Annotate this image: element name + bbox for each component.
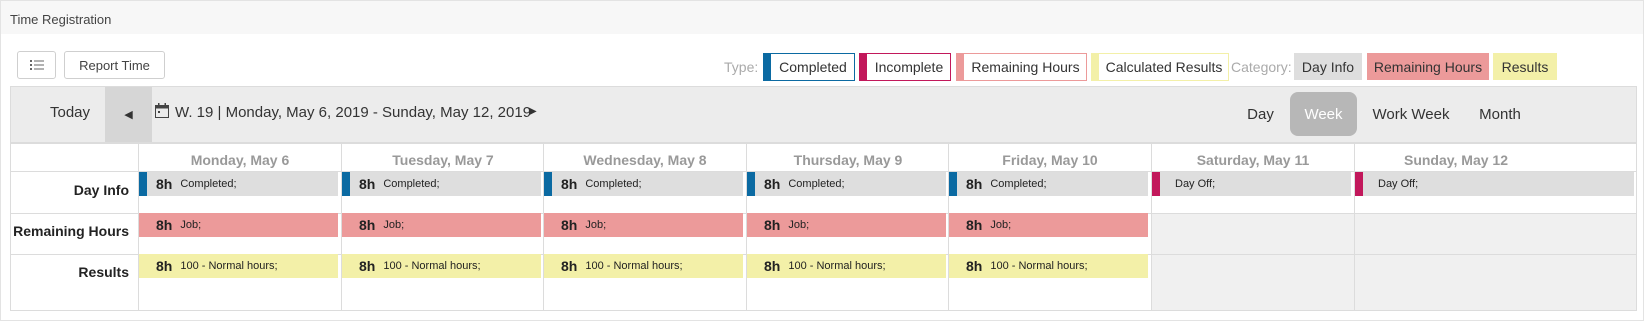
calendar-toolbar: Today ◀ W. 19 | Monday, May 6, 2019 - Su… bbox=[10, 86, 1637, 143]
legend-type-remaining-hours: Remaining Hours bbox=[956, 53, 1087, 81]
panel-title: Time Registration bbox=[10, 12, 112, 27]
day-header: Thursday, May 9 bbox=[793, 152, 903, 168]
legend-category-remaining-hours: Remaining Hours bbox=[1367, 53, 1489, 80]
day-header: Monday, May 6 bbox=[190, 152, 290, 168]
triangle-right-icon[interactable]: ▶ bbox=[529, 106, 537, 117]
list-icon bbox=[29, 60, 44, 70]
today-button[interactable]: Today bbox=[50, 104, 90, 121]
event-results[interactable]: 8h 100 - Normal hours; bbox=[949, 254, 1148, 278]
date-range-label[interactable]: W. 19 | Monday, May 6, 2019 - Sunday, Ma… bbox=[175, 104, 531, 121]
view-week-button[interactable]: Week bbox=[1290, 92, 1357, 136]
event-remaining-hours[interactable]: 8h Job; bbox=[747, 213, 946, 237]
event-results[interactable]: 8h 100 - Normal hours; bbox=[342, 254, 541, 278]
event-remaining-hours[interactable]: 8h Job; bbox=[139, 213, 338, 237]
event-results[interactable]: 8h 100 - Normal hours; bbox=[747, 254, 946, 278]
event-day-info[interactable]: 8h Completed; bbox=[949, 172, 1148, 196]
legend-category-results: Results bbox=[1493, 53, 1557, 80]
legend-type-completed: Completed bbox=[763, 53, 855, 81]
view-work-week-button[interactable]: Work Week bbox=[1366, 92, 1456, 136]
event-day-info[interactable]: 8h Completed; bbox=[139, 172, 338, 196]
calendar-grid: Monday, May 6 Tuesday, May 7 Wednesday, … bbox=[10, 143, 1637, 311]
panel-header: Time Registration bbox=[1, 1, 1643, 34]
day-header: Saturday, May 11 bbox=[1196, 152, 1310, 168]
day-header: Sunday, May 12 bbox=[1403, 152, 1508, 168]
type-legend-label: Type: bbox=[724, 59, 759, 75]
event-day-off[interactable]: Day Off; bbox=[1152, 172, 1351, 196]
event-remaining-hours[interactable]: 8h Job; bbox=[544, 213, 743, 237]
event-day-info[interactable]: 8h Completed; bbox=[747, 172, 946, 196]
event-day-info[interactable]: 8h Completed; bbox=[544, 172, 743, 196]
triangle-left-icon: ◀ bbox=[124, 109, 133, 121]
category-legend-label: Category: bbox=[1231, 59, 1292, 75]
row-label-results: Results bbox=[78, 264, 129, 280]
event-remaining-hours[interactable]: 8h Job; bbox=[949, 213, 1148, 237]
report-time-button[interactable]: Report Time bbox=[64, 51, 165, 79]
empty-cell[interactable] bbox=[1355, 214, 1636, 310]
view-day-button[interactable]: Day bbox=[1238, 92, 1283, 136]
legend-type-calculated-results: Calculated Results bbox=[1091, 53, 1229, 81]
day-header: Tuesday, May 7 bbox=[392, 152, 494, 168]
event-results[interactable]: 8h 100 - Normal hours; bbox=[139, 254, 338, 278]
row-label-day-info: Day Info bbox=[73, 182, 129, 198]
empty-cell[interactable] bbox=[1152, 214, 1354, 310]
view-month-button[interactable]: Month bbox=[1469, 92, 1531, 136]
calendar-icon[interactable] bbox=[155, 103, 169, 118]
previous-week-button[interactable]: ◀ bbox=[105, 87, 152, 142]
list-view-button[interactable] bbox=[17, 51, 56, 79]
time-registration-panel: Time Registration Report Time Type: Comp… bbox=[0, 0, 1644, 321]
event-remaining-hours[interactable]: 8h Job; bbox=[342, 213, 541, 237]
day-header: Friday, May 10 bbox=[1002, 152, 1098, 168]
legend-type-incomplete: Incomplete bbox=[859, 53, 951, 81]
day-header: Wednesday, May 8 bbox=[583, 152, 707, 168]
event-results[interactable]: 8h 100 - Normal hours; bbox=[544, 254, 743, 278]
row-label-remaining-hours: Remaining Hours bbox=[13, 223, 129, 239]
event-day-off[interactable]: Day Off; bbox=[1355, 172, 1634, 196]
legend-category-day-info: Day Info bbox=[1294, 53, 1362, 80]
event-day-info[interactable]: 8h Completed; bbox=[342, 172, 541, 196]
